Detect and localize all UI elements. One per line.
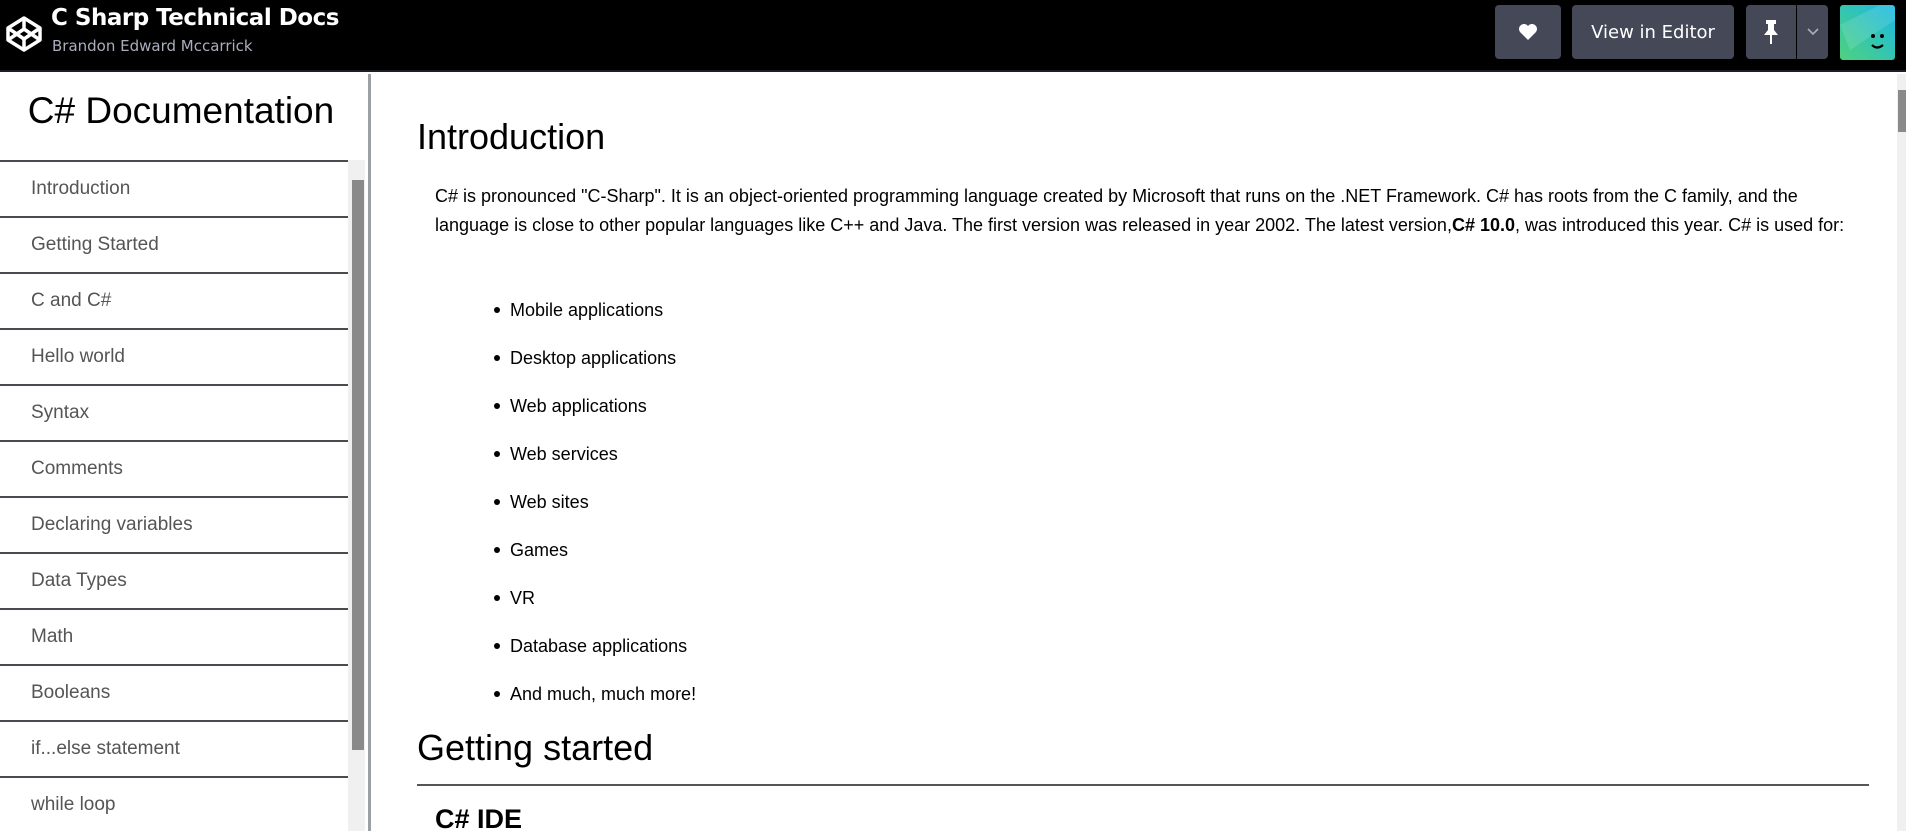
uses-list: Mobile applications Desktop applications… [493, 286, 696, 718]
page-scrollbar-track[interactable] [1897, 74, 1906, 831]
list-item: Web applications [493, 382, 696, 430]
pen-title: C Sharp Technical Docs [51, 5, 339, 31]
list-item: VR [493, 574, 696, 622]
nav-link-hello-world[interactable]: Hello world [0, 328, 348, 384]
sidebar-title: C# Documentation [27, 90, 335, 131]
list-item: Desktop applications [493, 334, 696, 382]
nav-link-math[interactable]: Math [0, 608, 348, 664]
section-title-getting-started: Getting started [417, 727, 654, 768]
list-item: Database applications [493, 622, 696, 670]
nav-link-data-types[interactable]: Data Types [0, 552, 348, 608]
section-divider [417, 784, 1869, 786]
nav-link-if-else[interactable]: if...else statement [0, 720, 348, 776]
nav-link-introduction[interactable]: Introduction [0, 160, 348, 216]
page-scrollbar-thumb[interactable] [1898, 90, 1906, 132]
view-in-editor-button[interactable]: View in Editor [1572, 5, 1734, 59]
pin-options-button[interactable] [1797, 5, 1828, 59]
chevron-down-icon [1806, 28, 1819, 36]
nav-link-while-loop[interactable]: while loop [0, 776, 348, 832]
main-doc: Introduction C# is pronounced "C-Sharp".… [371, 74, 1897, 834]
intro-text-end: , was introduced this year. C# is used f… [1515, 215, 1845, 235]
user-avatar[interactable] [1840, 5, 1895, 60]
top-bar: C Sharp Technical Docs Brandon Edward Mc… [0, 0, 1906, 72]
intro-paragraph: C# is pronounced "C-Sharp". It is an obj… [435, 182, 1875, 240]
list-item: Mobile applications [493, 286, 696, 334]
intro-version: C# 10.0 [1451, 215, 1515, 235]
section-title-introduction: Introduction [417, 116, 606, 157]
sidebar-scrollbar-thumb[interactable] [352, 180, 364, 750]
like-button[interactable] [1495, 5, 1561, 59]
nav-link-c-and-csharp[interactable]: C and C# [0, 272, 348, 328]
list-item: Games [493, 526, 696, 574]
nav-link-comments[interactable]: Comments [0, 440, 348, 496]
nav-link-getting-started[interactable]: Getting Started [0, 216, 348, 272]
pin-icon [1764, 20, 1778, 44]
pen-author[interactable]: Brandon Edward Mccarrick [52, 37, 253, 55]
list-item: Web services [493, 430, 696, 478]
nav-list: Introduction Getting Started C and C# He… [0, 160, 348, 832]
list-item: And much, much more! [493, 670, 696, 718]
pin-button[interactable] [1746, 5, 1796, 59]
list-item: Web sites [493, 478, 696, 526]
heart-icon [1519, 24, 1537, 40]
codepen-logo-icon[interactable] [4, 14, 44, 54]
sidebar-navbar: C# Documentation Introduction Getting St… [0, 74, 368, 831]
nav-link-declaring-variables[interactable]: Declaring variables [0, 496, 348, 552]
subsection-title-ide: C# IDE [435, 804, 523, 834]
nav-link-booleans[interactable]: Booleans [0, 664, 348, 720]
nav-link-syntax[interactable]: Syntax [0, 384, 348, 440]
